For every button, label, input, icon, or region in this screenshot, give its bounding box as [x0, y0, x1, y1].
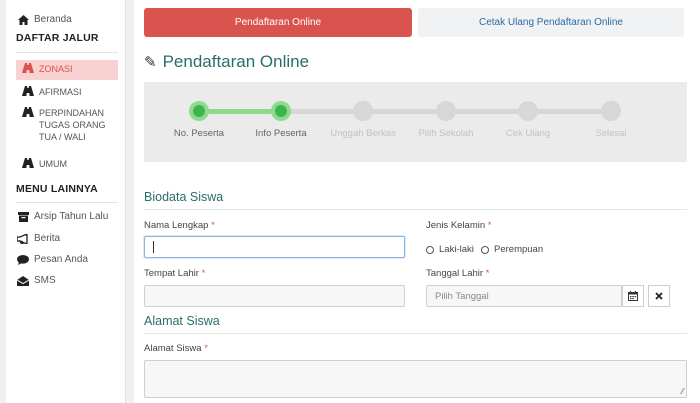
nama-lengkap-label-text: Nama Lengkap	[144, 220, 209, 231]
step-dot-no-peserta	[189, 101, 209, 121]
sidebar-item-perpindahan[interactable]: PERPINDAHAN TUGAS ORANG TUA / WALI	[16, 104, 112, 146]
sidebar-item-afirmasi[interactable]: AFIRMASI	[16, 83, 118, 103]
nama-lengkap-input[interactable]	[144, 236, 405, 258]
radio-laki-laki[interactable]: Laki-laki	[426, 244, 474, 255]
required-mark: *	[211, 220, 215, 231]
step-dot-info-peserta	[271, 101, 291, 121]
required-mark: *	[485, 268, 490, 279]
sidebar-item-label: Pesan Anda	[34, 254, 88, 265]
alamat-siswa-textarea[interactable]: ⁄⁄	[144, 360, 687, 398]
step-dot-selesai	[601, 101, 621, 121]
tempat-lahir-label-text: Tempat Lahir	[144, 268, 199, 279]
sidebar-item-berita[interactable]: Berita	[16, 233, 60, 244]
home-icon	[16, 14, 30, 25]
radio-circle	[426, 245, 434, 254]
road-icon	[22, 86, 36, 100]
tanggal-lahir-label: Tanggal Lahir *	[426, 268, 489, 279]
clear-date-button[interactable]	[648, 285, 670, 307]
step-dot-unggah-berkas	[353, 101, 373, 121]
required-mark: *	[487, 220, 492, 231]
step-dot-cek-ulang	[518, 101, 538, 121]
step-label: No. Peserta	[173, 128, 225, 139]
radio-label: Laki-laki	[439, 244, 474, 255]
jenis-kelamin-label: Jenis Kelamin *	[426, 220, 491, 231]
tempat-lahir-input[interactable]	[144, 285, 405, 307]
sidebar-item-umum[interactable]: UMUM	[16, 155, 118, 175]
page-title: ✎ Pendaftaran Online	[144, 52, 309, 72]
sidebar-item-label: Arsip Tahun Lalu	[34, 211, 109, 222]
step-dot-pilih-sekolah	[436, 101, 456, 121]
sidebar-item-arsip[interactable]: Arsip Tahun Lalu	[16, 211, 108, 222]
step-label: Selesai	[595, 128, 627, 139]
radio-label: Perempuan	[494, 244, 544, 255]
divider	[16, 52, 118, 53]
radio-perempuan[interactable]: Perempuan	[481, 244, 543, 255]
tab-pendaftaran-online[interactable]: Pendaftaran Online	[144, 8, 412, 37]
sidebar-item-zonasi[interactable]: ZONASI	[16, 60, 118, 80]
sidebar-item-label: Berita	[34, 233, 61, 244]
sidebar-item-label: SMS	[34, 275, 56, 286]
road-icon	[22, 158, 36, 172]
alamat-section-title: Alamat Siswa	[144, 314, 220, 328]
step-label: Unggah Berkas	[330, 128, 396, 139]
tanggal-lahir-label-text: Tanggal Lahir	[426, 268, 484, 279]
pencil-icon: ✎	[144, 54, 157, 71]
road-icon	[22, 107, 36, 121]
page-title-text: Pendaftaran Online	[162, 52, 310, 71]
sidebar-item-pesan[interactable]: Pesan Anda	[16, 254, 88, 265]
divider	[144, 333, 687, 334]
sidebar-item-label: ZONASI	[39, 64, 73, 74]
sidebar-item-label: PERPINDAHAN TUGAS ORANG TUA / WALI	[39, 108, 106, 142]
sidebar: Beranda DAFTAR JALUR ZONASI AFIRMASI PER…	[6, 0, 126, 403]
tab-cetak-ulang[interactable]: Cetak Ulang Pendaftaran Online	[418, 8, 684, 37]
divider	[144, 209, 687, 210]
tempat-lahir-label: Tempat Lahir *	[144, 268, 205, 279]
home-label: Beranda	[34, 14, 72, 25]
stepper-track-done	[199, 109, 281, 114]
step-label: Cek Ulang	[505, 128, 551, 139]
biodata-section-title: Biodata Siswa	[144, 190, 224, 204]
divider	[16, 202, 118, 203]
alamat-siswa-label-text: Alamat Siswa	[144, 343, 202, 354]
required-mark: *	[201, 268, 206, 279]
alamat-siswa-label: Alamat Siswa *	[144, 343, 208, 354]
step-label: Pilih Sekolah	[418, 128, 474, 139]
text-caret	[153, 241, 154, 253]
close-icon	[655, 292, 663, 300]
step-label: Info Peserta	[255, 128, 307, 139]
nama-lengkap-label: Nama Lengkap *	[144, 220, 215, 231]
tanggal-lahir-input[interactable]: Pilih Tanggal	[426, 285, 622, 307]
jenis-kelamin-label-text: Jenis Kelamin	[426, 220, 486, 231]
sidebar-item-label: AFIRMASI	[39, 87, 82, 97]
radio-circle	[481, 245, 489, 254]
progress-stepper: No. Peserta Info Peserta Unggah Berkas P…	[144, 82, 687, 162]
bullhorn-icon	[16, 233, 30, 244]
sidebar-item-label: UMUM	[39, 159, 67, 169]
calendar-icon	[628, 291, 638, 301]
resize-handle-icon[interactable]: ⁄⁄	[681, 387, 684, 396]
sidebar-item-sms[interactable]: SMS	[16, 275, 56, 286]
comment-icon	[16, 254, 30, 265]
required-mark: *	[204, 343, 208, 354]
home-link[interactable]: Beranda	[16, 14, 72, 25]
road-icon	[22, 63, 36, 77]
daftar-jalur-heading: DAFTAR JALUR	[16, 32, 99, 44]
main-content: Pendaftaran Online Cetak Ulang Pendaftar…	[134, 0, 700, 403]
menu-lainnya-heading: MENU LAINNYA	[16, 183, 98, 195]
envelope-icon	[16, 275, 30, 286]
tanggal-lahir-placeholder: Pilih Tanggal	[435, 290, 489, 302]
calendar-button[interactable]	[622, 285, 644, 307]
archive-icon	[16, 211, 30, 222]
